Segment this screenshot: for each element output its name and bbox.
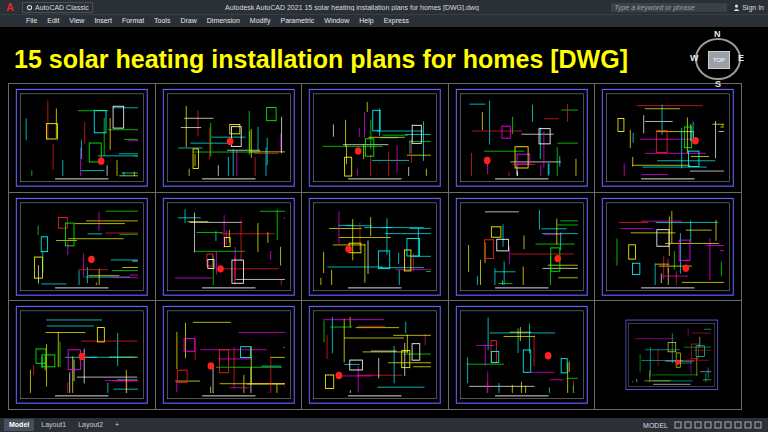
drawing-sheet[interactable] bbox=[162, 197, 296, 297]
sheet-cell bbox=[595, 84, 741, 192]
menu-item[interactable]: Help bbox=[359, 16, 373, 26]
drawing-sheet[interactable] bbox=[162, 88, 296, 188]
search-field[interactable]: Type a keyword or phrase bbox=[611, 3, 727, 12]
layout-tab[interactable]: Layout2 bbox=[73, 419, 108, 431]
user-icon bbox=[733, 4, 740, 11]
drawing-sheet[interactable] bbox=[308, 305, 442, 405]
autocad-logo[interactable]: A bbox=[4, 1, 16, 13]
menu-bar: File Edit View Insert Format Tools Draw Dimensi… bbox=[0, 14, 768, 27]
view-cube[interactable]: N W E S TOP bbox=[690, 29, 746, 91]
sheet-cell bbox=[302, 84, 448, 192]
window-title: Autodesk AutoCAD 2021 15 solar heating i… bbox=[99, 4, 606, 11]
status-tools-icon[interactable] bbox=[674, 421, 764, 429]
menu-item[interactable]: Draw bbox=[180, 16, 196, 26]
menu-item[interactable]: Format bbox=[122, 16, 144, 26]
drawing-sheet[interactable] bbox=[455, 305, 589, 405]
banner-title: 15 solar heating installation plans for … bbox=[8, 43, 742, 75]
sheet-cell bbox=[449, 84, 595, 192]
menu-item[interactable]: Tools bbox=[154, 16, 170, 26]
compass-south[interactable]: S bbox=[715, 79, 721, 89]
drawing-sheet[interactable] bbox=[308, 197, 442, 297]
drawing-sheet[interactable] bbox=[601, 88, 735, 188]
sheet-grid bbox=[8, 83, 742, 410]
model-space-toggle[interactable]: MODEL bbox=[639, 422, 672, 429]
menu-item[interactable]: Window bbox=[324, 16, 349, 26]
drawing-canvas[interactable]: 15 solar heating installation plans for … bbox=[0, 27, 768, 418]
sign-in-button[interactable]: Sign In bbox=[733, 4, 764, 11]
compass-east[interactable]: E bbox=[738, 53, 744, 63]
drawing-sheet[interactable] bbox=[162, 305, 296, 405]
menu-item[interactable]: Dimension bbox=[207, 16, 240, 26]
sheet-cell bbox=[595, 301, 741, 409]
sheet-cell bbox=[9, 84, 155, 192]
sheet-cell bbox=[156, 84, 302, 192]
workspace-dropdown[interactable]: AutoCAD Classic bbox=[22, 2, 93, 13]
drawing-sheet[interactable] bbox=[15, 197, 149, 297]
cube-face[interactable]: TOP bbox=[708, 51, 730, 69]
title-bar: A AutoCAD Classic Autodesk AutoCAD 2021 15… bbox=[0, 0, 768, 14]
sheet-cell bbox=[9, 301, 155, 409]
menu-item[interactable]: File bbox=[26, 16, 37, 26]
drawing-sheet[interactable] bbox=[601, 197, 735, 297]
gear-icon bbox=[26, 4, 33, 11]
sheet-cell bbox=[9, 193, 155, 301]
autocad-window: A AutoCAD Classic Autodesk AutoCAD 2021 15… bbox=[0, 0, 768, 432]
menu-item[interactable]: Parametric bbox=[280, 16, 314, 26]
sheet-cell bbox=[156, 301, 302, 409]
menu-item[interactable]: Edit bbox=[47, 16, 59, 26]
layout-tab[interactable]: Model bbox=[4, 419, 34, 431]
status-bar: ModelLayout1Layout2+ MODEL bbox=[0, 418, 768, 432]
drawing-sheet[interactable] bbox=[625, 319, 719, 391]
sheet-cell bbox=[595, 193, 741, 301]
drawing-sheet[interactable] bbox=[15, 305, 149, 405]
drawing-sheet[interactable] bbox=[455, 197, 589, 297]
layout-tab[interactable]: Layout1 bbox=[36, 419, 71, 431]
menu-item[interactable]: Modify bbox=[250, 16, 271, 26]
sheet-cell bbox=[302, 193, 448, 301]
compass-north[interactable]: N bbox=[714, 29, 721, 39]
drawing-sheet[interactable] bbox=[308, 88, 442, 188]
sheet-cell bbox=[302, 301, 448, 409]
sheet-cell bbox=[449, 301, 595, 409]
drawing-sheet[interactable] bbox=[455, 88, 589, 188]
drawing-sheet[interactable] bbox=[15, 88, 149, 188]
compass-west[interactable]: W bbox=[690, 53, 699, 63]
menu-item[interactable]: View bbox=[69, 16, 84, 26]
menu-item[interactable]: Insert bbox=[94, 16, 112, 26]
add-layout-button[interactable]: + bbox=[110, 419, 124, 431]
sheet-cell bbox=[156, 193, 302, 301]
sheet-cell bbox=[449, 193, 595, 301]
menu-item[interactable]: Express bbox=[384, 16, 409, 26]
